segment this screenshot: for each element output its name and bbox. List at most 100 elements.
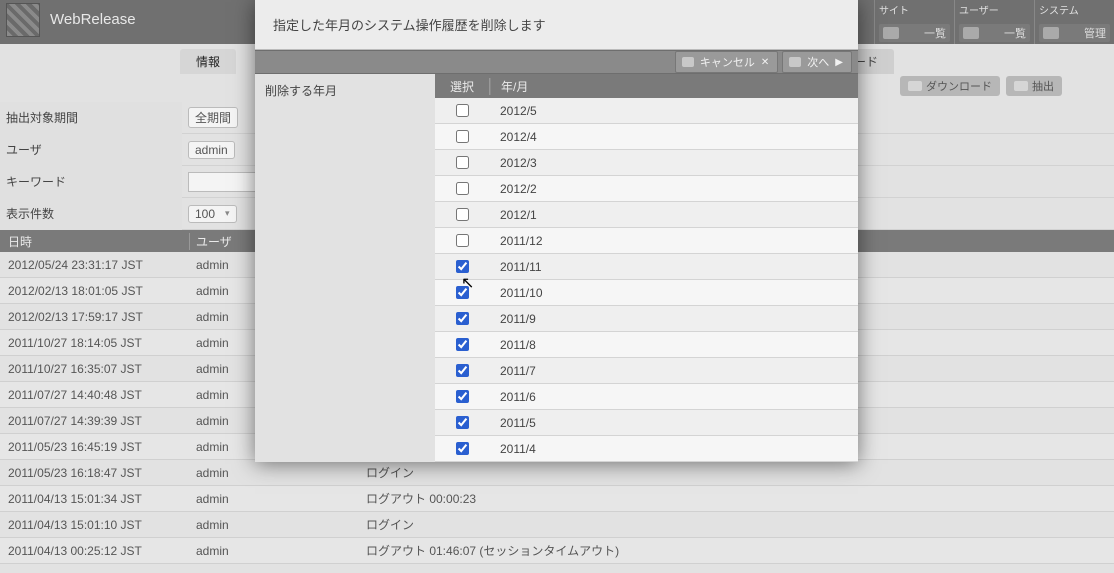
log-cell-user: admin <box>190 466 360 480</box>
log-cell-datetime: 2012/02/13 17:59:17 JST <box>0 310 190 324</box>
select-cell-ym: 2011/12 <box>490 234 543 248</box>
top-btn-system-admin[interactable]: 管理 <box>1039 24 1110 42</box>
log-cell-datetime: 2011/07/27 14:40:48 JST <box>0 388 190 402</box>
select-cell-ym: 2011/9 <box>490 312 536 326</box>
top-label-site: サイト <box>879 2 950 17</box>
select-row: 2012/4 <box>435 124 858 150</box>
log-cell-datetime: 2012/02/13 18:01:05 JST <box>0 284 190 298</box>
chip-icon <box>682 57 694 67</box>
select-checkbox[interactable] <box>456 312 469 325</box>
select-row: 2011/12 <box>435 228 858 254</box>
log-cell-datetime: 2012/05/24 23:31:17 JST <box>0 258 190 272</box>
select-row: 2011/5 <box>435 410 858 436</box>
select-checkbox[interactable] <box>456 234 469 247</box>
select-cell-ym: 2012/5 <box>490 104 537 118</box>
select-row: 2012/2 <box>435 176 858 202</box>
select-checkbox[interactable] <box>456 208 469 221</box>
filter-label-keyword: キーワード <box>0 166 182 198</box>
select-cell-ym: 2011/4 <box>490 442 536 456</box>
log-row[interactable]: 2011/04/13 15:01:10 JSTadminログイン <box>0 512 1114 538</box>
select-checkbox[interactable] <box>456 182 469 195</box>
filter-label-user: ユーザ <box>0 134 182 166</box>
select-cell-ym: 2011/7 <box>490 364 536 378</box>
app-logo <box>6 3 40 37</box>
chip-icon <box>908 81 922 91</box>
log-cell-action: ログイン <box>360 464 414 481</box>
select-cell-ym: 2011/6 <box>490 390 536 404</box>
log-row[interactable]: 2011/04/13 15:01:34 JSTadminログアウト 00:00:… <box>0 486 1114 512</box>
select-row: 2011/10 <box>435 280 858 306</box>
log-cell-action: ログアウト 01:46:07 (セッションタイムアウト) <box>360 542 619 559</box>
log-row[interactable]: 2011/05/23 16:18:47 JSTadminログイン <box>0 460 1114 486</box>
select-cell-ym: 2012/3 <box>490 156 537 170</box>
chip-icon <box>1014 81 1028 91</box>
arrow-right-icon: ▶ <box>835 57 843 68</box>
chevron-updown-icon: ▾ <box>225 208 230 219</box>
col-select: 選択 <box>435 78 490 95</box>
top-group-user: ユーザー 一覧 <box>954 0 1034 44</box>
select-table-header: 選択 年/月 <box>435 74 858 98</box>
dialog-title: 指定した年月のシステム操作履歴を削除します <box>255 0 858 50</box>
select-checkbox[interactable] <box>456 156 469 169</box>
log-cell-datetime: 2011/04/13 15:01:10 JST <box>0 518 190 532</box>
log-cell-user: admin <box>190 492 360 506</box>
top-btn-user-list[interactable]: 一覧 <box>959 24 1030 42</box>
extract-button[interactable]: 抽出 <box>1006 76 1062 96</box>
next-button[interactable]: 次へ ▶ <box>782 51 852 73</box>
top-group-system: システム 管理 <box>1034 0 1114 44</box>
select-checkbox[interactable] <box>456 416 469 429</box>
select-table-body: 2012/52012/42012/32012/22012/12011/12201… <box>435 98 858 462</box>
chip-icon <box>1043 27 1059 39</box>
log-cell-datetime: 2011/04/13 15:01:34 JST <box>0 492 190 506</box>
top-label-user: ユーザー <box>959 2 1030 17</box>
log-cell-datetime: 2011/10/27 16:35:07 JST <box>0 362 190 376</box>
chip-icon <box>963 27 979 39</box>
log-cell-datetime: 2011/10/27 18:14:05 JST <box>0 336 190 350</box>
select-checkbox[interactable] <box>456 338 469 351</box>
filter-user-select[interactable]: admin <box>188 141 235 159</box>
log-cell-datetime: 2011/05/23 16:45:19 JST <box>0 440 190 454</box>
log-cell-datetime: 2011/04/13 00:25:12 JST <box>0 544 190 558</box>
select-cell-ym: 2012/4 <box>490 130 537 144</box>
delete-history-dialog: 指定した年月のシステム操作履歴を削除します キャンセル ✕ 次へ ▶ 削除する年… <box>255 0 858 462</box>
log-row[interactable]: 2011/04/13 00:25:12 JSTadminログアウト 01:46:… <box>0 538 1114 564</box>
select-cell-ym: 2011/8 <box>490 338 536 352</box>
top-label-system: システム <box>1039 2 1110 17</box>
log-cell-datetime: 2011/05/23 16:18:47 JST <box>0 466 190 480</box>
top-btn-site-list[interactable]: 一覧 <box>879 24 950 42</box>
close-icon: ✕ <box>761 57 769 68</box>
select-checkbox[interactable] <box>456 390 469 403</box>
select-checkbox[interactable] <box>456 364 469 377</box>
select-row: 2011/6 <box>435 384 858 410</box>
select-checkbox[interactable] <box>456 130 469 143</box>
select-row: 2011/9 <box>435 306 858 332</box>
topbar-right: サイト 一覧 ユーザー 一覧 システム 管理 <box>874 0 1114 44</box>
select-checkbox[interactable] <box>456 104 469 117</box>
download-button[interactable]: ダウンロード <box>900 76 1000 96</box>
select-row: 2011/8 <box>435 332 858 358</box>
log-cell-user: admin <box>190 544 360 558</box>
select-row: 2011/7 <box>435 358 858 384</box>
app-title: WebRelease <box>46 0 136 44</box>
log-col-datetime: 日時 <box>0 233 190 250</box>
select-checkbox[interactable] <box>456 442 469 455</box>
dialog-left-label: 削除する年月 <box>255 74 435 462</box>
select-row: 2012/5 <box>435 98 858 124</box>
cancel-button[interactable]: キャンセル ✕ <box>675 51 778 73</box>
select-checkbox[interactable] <box>456 286 469 299</box>
dialog-action-bar: キャンセル ✕ 次へ ▶ <box>255 50 858 74</box>
select-cell-ym: 2012/2 <box>490 182 537 196</box>
col-year-month: 年/月 <box>490 78 528 95</box>
select-row: 2011/4 <box>435 436 858 462</box>
select-checkbox[interactable] <box>456 260 469 273</box>
filter-period-select[interactable]: 全期間 <box>188 107 238 128</box>
select-cell-ym: 2011/10 <box>490 286 543 300</box>
log-cell-user: admin <box>190 518 360 532</box>
select-cell-ym: 2011/5 <box>490 416 536 430</box>
chip-icon <box>883 27 899 39</box>
filter-rows-select[interactable]: 100▾ <box>188 205 237 223</box>
select-row: 2012/3 <box>435 150 858 176</box>
log-cell-datetime: 2011/07/27 14:39:39 JST <box>0 414 190 428</box>
tab-info[interactable]: 情報 <box>180 49 236 74</box>
filter-label-rows: 表示件数 <box>0 198 182 230</box>
